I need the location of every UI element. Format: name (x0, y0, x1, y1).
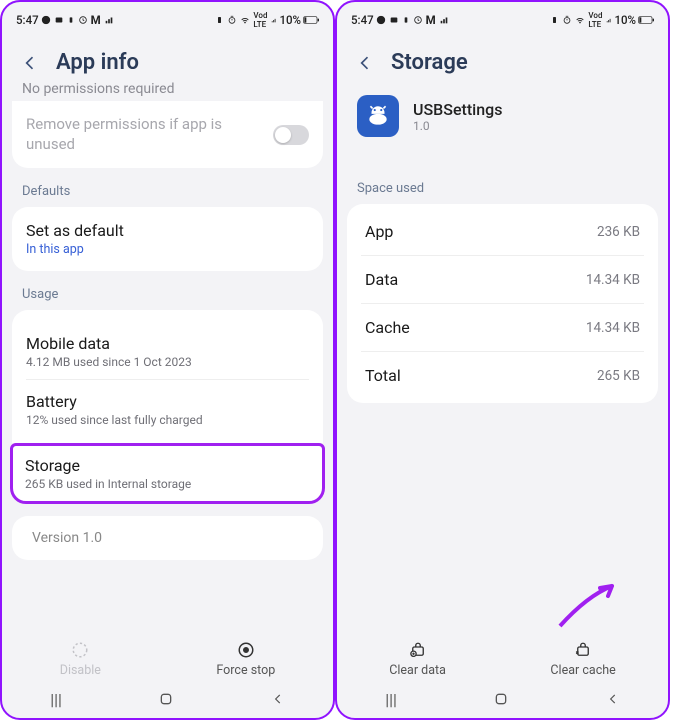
mobile-data-row[interactable]: Mobile data 4.12 MB used since 1 Oct 202… (26, 324, 309, 379)
status-bar: 5:47 M VodLTE 10% (337, 2, 668, 34)
remove-permissions-label: Remove permissions if app is unused (26, 115, 246, 154)
toggle-remove-permissions[interactable] (273, 125, 309, 145)
section-space-used: Space used (337, 177, 668, 204)
app-name: USBSettings (413, 100, 502, 119)
status-icons-right: VodLTE (550, 11, 612, 29)
status-battery: 10% (614, 13, 636, 27)
force-stop-button[interactable]: Force stop (216, 641, 275, 678)
disable-icon (71, 641, 89, 659)
row-total-val: 265 KB (597, 368, 640, 384)
storage-sub: 265 KB used in Internal storage (25, 477, 310, 491)
page-title: App info (56, 50, 139, 75)
clear-cache-label: Clear cache (550, 663, 615, 678)
disable-label: Disable (60, 663, 101, 678)
battery-icon (638, 15, 654, 25)
row-data-val: 14.34 KB (586, 272, 640, 288)
nav-recents-icon[interactable]: ||| (50, 690, 62, 709)
battery-icon (303, 15, 319, 25)
status-icons-left: M (376, 13, 449, 27)
set-default-row[interactable]: Set as default In this app (12, 207, 323, 271)
nav-home-icon[interactable] (158, 691, 174, 707)
bottom-actions: Disable Force stop (2, 635, 333, 684)
row-app-key: App (365, 222, 393, 241)
row-app: App 236 KB (361, 208, 644, 255)
phone-left-appinfo: 5:47 M VodLTE 10% (0, 0, 335, 720)
version-row: Version 1.0 (12, 516, 323, 560)
storage-row-highlighted[interactable]: Storage 265 KB used in Internal storage (10, 443, 325, 504)
row-cache: Cache 14.34 KB (361, 303, 644, 351)
row-total-key: Total (365, 366, 401, 385)
annotation-arrow (552, 578, 632, 638)
status-icons-right: VodLTE (215, 11, 277, 29)
section-defaults: Defaults (2, 180, 333, 207)
disable-button: Disable (60, 641, 101, 678)
set-default-title: Set as default (26, 221, 309, 240)
battery-sub: 12% used since last fully charged (26, 413, 309, 427)
space-used-card: App 236 KB Data 14.34 KB Cache 14.34 KB … (347, 204, 658, 403)
nav-home-icon[interactable] (493, 691, 509, 707)
phone-right-storage: 5:47 M VodLTE 10% (335, 0, 670, 720)
app-version: 1.0 (413, 119, 502, 133)
battery-row[interactable]: Battery 12% used since last fully charge… (26, 379, 309, 437)
row-total: Total 265 KB (361, 351, 644, 399)
clear-data-icon (408, 641, 428, 659)
back-icon[interactable] (20, 53, 40, 73)
mobile-data-sub: 4.12 MB used since 1 Oct 2023 (26, 355, 309, 369)
section-usage: Usage (2, 283, 333, 310)
row-cache-key: Cache (365, 318, 410, 337)
nav-back-icon[interactable] (271, 692, 285, 706)
force-stop-label: Force stop (216, 663, 275, 678)
row-cache-val: 14.34 KB (586, 320, 640, 336)
app-header-row: USBSettings 1.0 (337, 89, 668, 149)
clear-data-label: Clear data (389, 663, 446, 678)
status-battery: 10% (279, 13, 301, 27)
row-data: Data 14.34 KB (361, 255, 644, 303)
nav-recents-icon[interactable]: ||| (385, 690, 397, 709)
header: Storage (337, 34, 668, 89)
mobile-data-title: Mobile data (26, 334, 309, 353)
nav-back-icon[interactable] (606, 692, 620, 706)
status-icons-left: M (41, 13, 114, 27)
nav-bar: ||| (2, 686, 333, 712)
force-stop-icon (237, 641, 255, 659)
battery-title: Battery (26, 392, 309, 411)
clear-cache-icon (573, 641, 593, 659)
status-time: 5:47 (351, 13, 374, 27)
remove-permissions-row[interactable]: Remove permissions if app is unused (12, 101, 323, 168)
storage-title: Storage (25, 456, 310, 475)
clear-cache-button[interactable]: Clear cache (550, 641, 615, 678)
set-default-sub: In this app (26, 242, 309, 257)
app-icon (357, 95, 399, 137)
row-data-key: Data (365, 270, 398, 289)
bottom-actions: Clear data Clear cache (337, 635, 668, 684)
row-app-val: 236 KB (597, 224, 640, 240)
nav-bar: ||| (337, 686, 668, 712)
status-time: 5:47 (16, 13, 39, 27)
back-icon[interactable] (355, 53, 375, 73)
status-bar: 5:47 M VodLTE 10% (2, 2, 333, 34)
clear-data-button[interactable]: Clear data (389, 641, 446, 678)
page-title: Storage (391, 50, 468, 75)
